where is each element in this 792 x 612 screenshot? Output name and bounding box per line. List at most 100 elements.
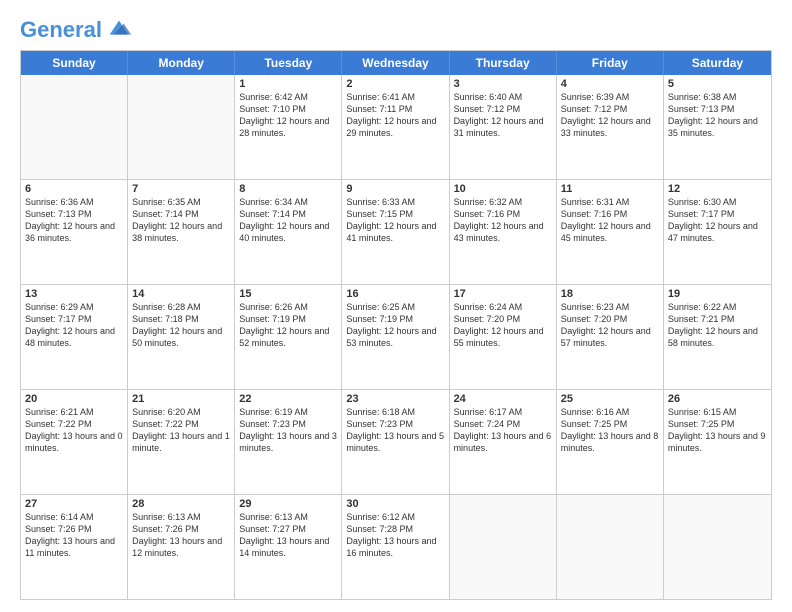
cal-cell: 8Sunrise: 6:34 AM Sunset: 7:14 PM Daylig… xyxy=(235,180,342,284)
cal-cell: 3Sunrise: 6:40 AM Sunset: 7:12 PM Daylig… xyxy=(450,75,557,179)
day-number: 3 xyxy=(454,78,552,90)
logo-text: General xyxy=(20,18,102,42)
day-number: 30 xyxy=(346,498,444,510)
day-info: Sunrise: 6:24 AM Sunset: 7:20 PM Dayligh… xyxy=(454,301,552,350)
day-info: Sunrise: 6:21 AM Sunset: 7:22 PM Dayligh… xyxy=(25,406,123,455)
day-info: Sunrise: 6:19 AM Sunset: 7:23 PM Dayligh… xyxy=(239,406,337,455)
day-info: Sunrise: 6:13 AM Sunset: 7:27 PM Dayligh… xyxy=(239,511,337,560)
cal-week-0: 1Sunrise: 6:42 AM Sunset: 7:10 PM Daylig… xyxy=(21,75,771,179)
day-number: 22 xyxy=(239,393,337,405)
cal-cell xyxy=(21,75,128,179)
cal-cell xyxy=(450,495,557,599)
cal-cell: 13Sunrise: 6:29 AM Sunset: 7:17 PM Dayli… xyxy=(21,285,128,389)
cal-header-tuesday: Tuesday xyxy=(235,51,342,75)
day-number: 14 xyxy=(132,288,230,300)
day-info: Sunrise: 6:33 AM Sunset: 7:15 PM Dayligh… xyxy=(346,196,444,245)
cal-cell: 28Sunrise: 6:13 AM Sunset: 7:26 PM Dayli… xyxy=(128,495,235,599)
day-number: 10 xyxy=(454,183,552,195)
cal-cell: 10Sunrise: 6:32 AM Sunset: 7:16 PM Dayli… xyxy=(450,180,557,284)
day-info: Sunrise: 6:28 AM Sunset: 7:18 PM Dayligh… xyxy=(132,301,230,350)
day-info: Sunrise: 6:23 AM Sunset: 7:20 PM Dayligh… xyxy=(561,301,659,350)
cal-cell xyxy=(557,495,664,599)
cal-cell: 19Sunrise: 6:22 AM Sunset: 7:21 PM Dayli… xyxy=(664,285,771,389)
day-info: Sunrise: 6:12 AM Sunset: 7:28 PM Dayligh… xyxy=(346,511,444,560)
day-number: 21 xyxy=(132,393,230,405)
day-info: Sunrise: 6:35 AM Sunset: 7:14 PM Dayligh… xyxy=(132,196,230,245)
cal-cell: 11Sunrise: 6:31 AM Sunset: 7:16 PM Dayli… xyxy=(557,180,664,284)
day-info: Sunrise: 6:38 AM Sunset: 7:13 PM Dayligh… xyxy=(668,91,767,140)
day-number: 17 xyxy=(454,288,552,300)
day-number: 29 xyxy=(239,498,337,510)
cal-cell: 18Sunrise: 6:23 AM Sunset: 7:20 PM Dayli… xyxy=(557,285,664,389)
cal-cell: 24Sunrise: 6:17 AM Sunset: 7:24 PM Dayli… xyxy=(450,390,557,494)
cal-header-wednesday: Wednesday xyxy=(342,51,449,75)
day-number: 12 xyxy=(668,183,767,195)
cal-cell: 15Sunrise: 6:26 AM Sunset: 7:19 PM Dayli… xyxy=(235,285,342,389)
cal-cell: 4Sunrise: 6:39 AM Sunset: 7:12 PM Daylig… xyxy=(557,75,664,179)
day-info: Sunrise: 6:14 AM Sunset: 7:26 PM Dayligh… xyxy=(25,511,123,560)
day-number: 9 xyxy=(346,183,444,195)
day-number: 23 xyxy=(346,393,444,405)
day-number: 24 xyxy=(454,393,552,405)
cal-cell: 16Sunrise: 6:25 AM Sunset: 7:19 PM Dayli… xyxy=(342,285,449,389)
cal-cell: 23Sunrise: 6:18 AM Sunset: 7:23 PM Dayli… xyxy=(342,390,449,494)
day-number: 20 xyxy=(25,393,123,405)
cal-cell: 9Sunrise: 6:33 AM Sunset: 7:15 PM Daylig… xyxy=(342,180,449,284)
calendar-header-row: SundayMondayTuesdayWednesdayThursdayFrid… xyxy=(21,51,771,75)
cal-cell: 29Sunrise: 6:13 AM Sunset: 7:27 PM Dayli… xyxy=(235,495,342,599)
calendar: SundayMondayTuesdayWednesdayThursdayFrid… xyxy=(20,50,772,600)
day-number: 2 xyxy=(346,78,444,90)
cal-cell xyxy=(128,75,235,179)
cal-cell: 25Sunrise: 6:16 AM Sunset: 7:25 PM Dayli… xyxy=(557,390,664,494)
logo: General xyxy=(20,16,133,40)
cal-header-friday: Friday xyxy=(557,51,664,75)
day-info: Sunrise: 6:30 AM Sunset: 7:17 PM Dayligh… xyxy=(668,196,767,245)
cal-cell: 17Sunrise: 6:24 AM Sunset: 7:20 PM Dayli… xyxy=(450,285,557,389)
cal-cell: 6Sunrise: 6:36 AM Sunset: 7:13 PM Daylig… xyxy=(21,180,128,284)
cal-cell: 21Sunrise: 6:20 AM Sunset: 7:22 PM Dayli… xyxy=(128,390,235,494)
day-info: Sunrise: 6:13 AM Sunset: 7:26 PM Dayligh… xyxy=(132,511,230,560)
day-info: Sunrise: 6:16 AM Sunset: 7:25 PM Dayligh… xyxy=(561,406,659,455)
cal-week-1: 6Sunrise: 6:36 AM Sunset: 7:13 PM Daylig… xyxy=(21,179,771,284)
cal-cell: 5Sunrise: 6:38 AM Sunset: 7:13 PM Daylig… xyxy=(664,75,771,179)
day-info: Sunrise: 6:25 AM Sunset: 7:19 PM Dayligh… xyxy=(346,301,444,350)
cal-cell: 7Sunrise: 6:35 AM Sunset: 7:14 PM Daylig… xyxy=(128,180,235,284)
day-info: Sunrise: 6:26 AM Sunset: 7:19 PM Dayligh… xyxy=(239,301,337,350)
day-number: 8 xyxy=(239,183,337,195)
day-info: Sunrise: 6:40 AM Sunset: 7:12 PM Dayligh… xyxy=(454,91,552,140)
cal-cell: 22Sunrise: 6:19 AM Sunset: 7:23 PM Dayli… xyxy=(235,390,342,494)
cal-header-thursday: Thursday xyxy=(450,51,557,75)
day-number: 1 xyxy=(239,78,337,90)
day-info: Sunrise: 6:41 AM Sunset: 7:11 PM Dayligh… xyxy=(346,91,444,140)
cal-week-4: 27Sunrise: 6:14 AM Sunset: 7:26 PM Dayli… xyxy=(21,494,771,599)
cal-cell: 12Sunrise: 6:30 AM Sunset: 7:17 PM Dayli… xyxy=(664,180,771,284)
day-info: Sunrise: 6:42 AM Sunset: 7:10 PM Dayligh… xyxy=(239,91,337,140)
logo-icon xyxy=(105,16,133,44)
cal-cell: 20Sunrise: 6:21 AM Sunset: 7:22 PM Dayli… xyxy=(21,390,128,494)
day-info: Sunrise: 6:32 AM Sunset: 7:16 PM Dayligh… xyxy=(454,196,552,245)
cal-header-monday: Monday xyxy=(128,51,235,75)
day-number: 25 xyxy=(561,393,659,405)
day-info: Sunrise: 6:31 AM Sunset: 7:16 PM Dayligh… xyxy=(561,196,659,245)
day-number: 28 xyxy=(132,498,230,510)
day-info: Sunrise: 6:20 AM Sunset: 7:22 PM Dayligh… xyxy=(132,406,230,455)
day-number: 27 xyxy=(25,498,123,510)
day-info: Sunrise: 6:15 AM Sunset: 7:25 PM Dayligh… xyxy=(668,406,767,455)
cal-cell: 26Sunrise: 6:15 AM Sunset: 7:25 PM Dayli… xyxy=(664,390,771,494)
day-info: Sunrise: 6:17 AM Sunset: 7:24 PM Dayligh… xyxy=(454,406,552,455)
cal-cell: 27Sunrise: 6:14 AM Sunset: 7:26 PM Dayli… xyxy=(21,495,128,599)
calendar-body: 1Sunrise: 6:42 AM Sunset: 7:10 PM Daylig… xyxy=(21,75,771,599)
day-number: 19 xyxy=(668,288,767,300)
day-number: 13 xyxy=(25,288,123,300)
day-number: 18 xyxy=(561,288,659,300)
cal-cell: 14Sunrise: 6:28 AM Sunset: 7:18 PM Dayli… xyxy=(128,285,235,389)
day-number: 16 xyxy=(346,288,444,300)
cal-week-3: 20Sunrise: 6:21 AM Sunset: 7:22 PM Dayli… xyxy=(21,389,771,494)
cal-cell xyxy=(664,495,771,599)
cal-header-saturday: Saturday xyxy=(664,51,771,75)
header: General xyxy=(20,16,772,40)
day-info: Sunrise: 6:34 AM Sunset: 7:14 PM Dayligh… xyxy=(239,196,337,245)
day-number: 26 xyxy=(668,393,767,405)
page: General SundayMondayTuesdayWednesdayThur… xyxy=(0,0,792,612)
cal-cell: 1Sunrise: 6:42 AM Sunset: 7:10 PM Daylig… xyxy=(235,75,342,179)
